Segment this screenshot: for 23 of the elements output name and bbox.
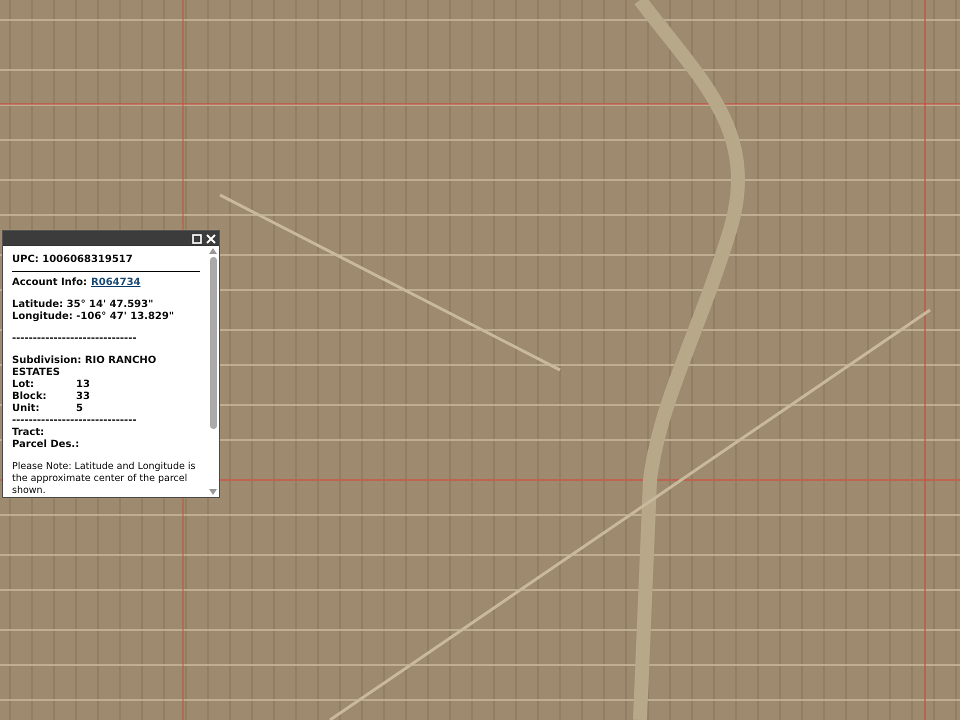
- field-value: 5: [76, 403, 83, 415]
- field-value: 33: [76, 391, 90, 403]
- scroll-up-icon[interactable]: [209, 248, 217, 254]
- divider-text: ------------------------------: [12, 333, 138, 345]
- field-value: 13: [76, 379, 90, 391]
- scroll-down-icon[interactable]: [209, 489, 217, 495]
- scrollbar[interactable]: [207, 246, 219, 497]
- account-link[interactable]: R064734: [91, 277, 140, 289]
- parcel-description-text: Parcel Des.:: [12, 439, 80, 451]
- subdivision-text: Subdivision: RIO RANCHO ESTATES: [12, 355, 158, 379]
- longitude-text: Longitude: -106° 47' 13.829": [12, 311, 176, 323]
- account-label: Account Info:: [12, 277, 88, 289]
- maximize-icon[interactable]: [192, 234, 202, 244]
- divider-text: ------------------------------: [12, 415, 138, 427]
- field-label: Unit:: [12, 403, 40, 415]
- upc-text: UPC: 1006068319517: [12, 254, 134, 266]
- latitude-text: Latitude: 35° 14' 47.593": [12, 299, 154, 311]
- scroll-thumb[interactable]: [210, 257, 216, 429]
- note-text: Please Note: Latitude and Longitude is the approximate center of the parcel shown.: [12, 461, 196, 497]
- field-label: Lot:: [12, 379, 36, 391]
- field-label: Block:: [12, 391, 48, 403]
- close-icon[interactable]: [206, 234, 216, 244]
- tract-text: Tract:: [12, 427, 46, 439]
